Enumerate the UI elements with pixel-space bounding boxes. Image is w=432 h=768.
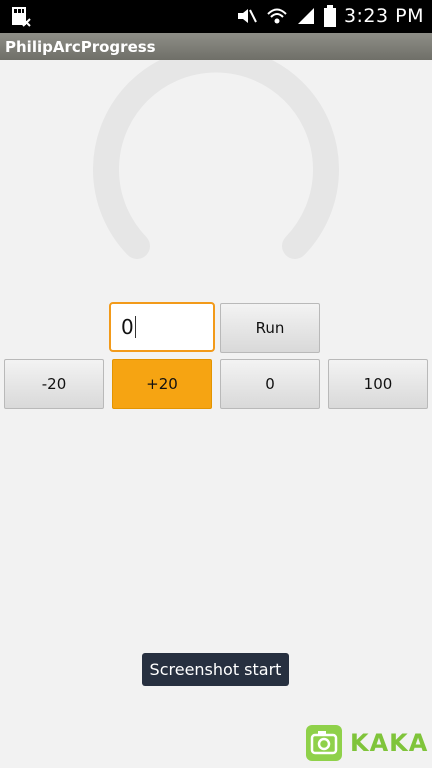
battery-icon <box>323 5 336 27</box>
signal-icon <box>297 8 314 24</box>
wifi-icon <box>267 8 287 24</box>
plus-20-label: +20 <box>146 375 178 393</box>
toast: Screenshot start <box>142 653 289 686</box>
clock: 3:23 PM <box>343 5 424 27</box>
toast-text: Screenshot start <box>149 660 282 679</box>
run-button[interactable]: Run <box>220 303 320 353</box>
text-caret <box>134 316 136 338</box>
action-bar: PhilipArcProgress <box>0 33 432 60</box>
mute-icon <box>237 9 257 23</box>
run-button-label: Run <box>255 319 285 337</box>
arc-track <box>93 60 339 259</box>
arc-progress <box>93 60 339 259</box>
kaka-text: KAKA <box>350 729 429 757</box>
minus-20-button[interactable]: -20 <box>4 359 104 409</box>
zero-label: 0 <box>265 375 275 393</box>
sd-card-icon <box>12 7 31 27</box>
number-input-value: 0 <box>121 315 134 339</box>
kaka-watermark: KAKA <box>304 722 428 764</box>
app-title: PhilipArcProgress <box>5 37 156 56</box>
hundred-button[interactable]: 100 <box>328 359 428 409</box>
camera-icon <box>306 725 342 761</box>
hundred-label: 100 <box>363 375 393 393</box>
minus-20-label: -20 <box>41 375 67 393</box>
status-bar: 3:23 PM <box>0 0 432 33</box>
number-input[interactable]: 0 <box>109 302 215 352</box>
zero-button[interactable]: 0 <box>220 359 320 409</box>
plus-20-button[interactable]: +20 <box>112 359 212 409</box>
